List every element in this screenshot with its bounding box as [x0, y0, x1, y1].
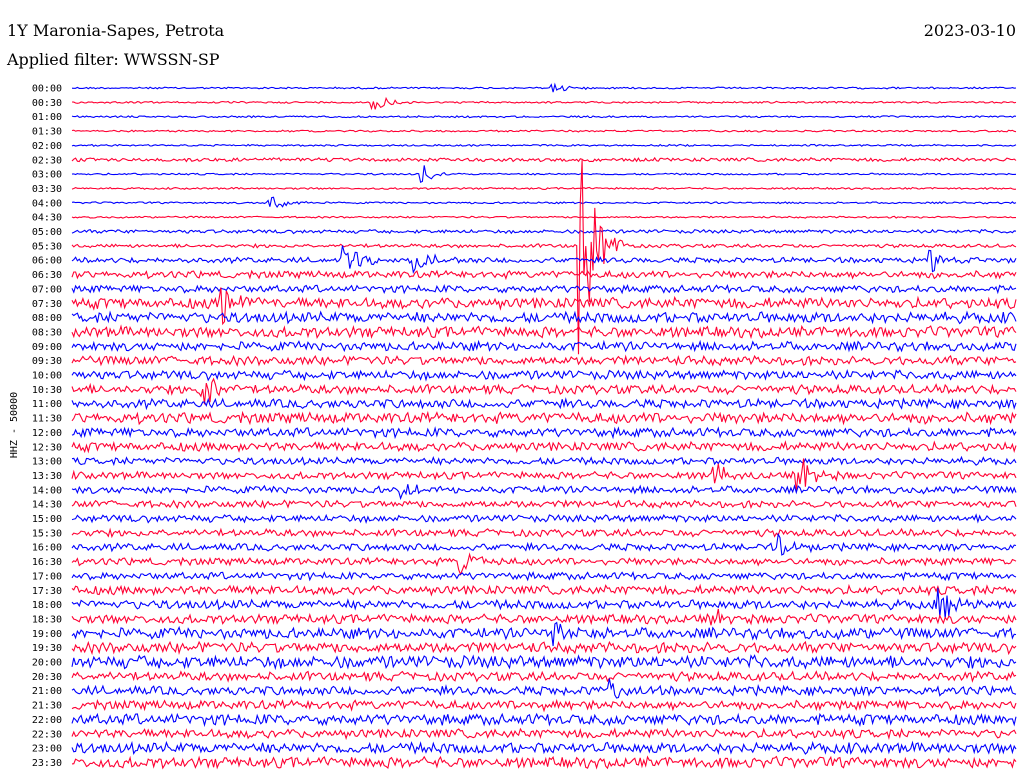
- time-tick-1730: 17:30: [32, 586, 62, 597]
- trace-1700: [71, 570, 1017, 582]
- trace-1530: [71, 527, 1017, 539]
- trace-0800: [71, 310, 1017, 325]
- time-tick-1100: 11:00: [32, 399, 62, 410]
- trace-1400: [71, 484, 1017, 501]
- time-tick-0030: 00:30: [32, 98, 62, 109]
- time-tick-0130: 01:30: [32, 127, 62, 138]
- trace-2030: [71, 670, 1017, 683]
- time-tick-1600: 16:00: [32, 543, 62, 554]
- trace-1100: [71, 397, 1017, 411]
- filter-label: Applied filter: WWSSN-SP: [6, 50, 220, 69]
- trace-0230: [71, 156, 1017, 163]
- trace-0330: [71, 186, 1017, 191]
- time-tick-0300: 03:00: [32, 170, 62, 181]
- trace-0400: [71, 196, 1017, 208]
- trace-2230: [71, 727, 1017, 741]
- time-tick-2130: 21:30: [32, 701, 62, 712]
- trace-1130: [71, 410, 1017, 426]
- trace-1630: [71, 552, 1017, 576]
- time-tick-0000: 00:00: [32, 84, 62, 95]
- seismic-traces: [71, 82, 1017, 770]
- time-tick-1430: 14:30: [32, 500, 62, 511]
- trace-2130: [71, 698, 1017, 713]
- trace-0000: [71, 82, 1017, 93]
- time-tick-0900: 09:00: [32, 342, 62, 353]
- time-tick-0830: 08:30: [32, 327, 62, 338]
- time-tick-1830: 18:30: [32, 614, 62, 625]
- trace-1200: [71, 426, 1017, 440]
- trace-0700: [71, 283, 1017, 295]
- time-tick-labels: 00:00 00:30 01:00 01:30 02:00 02:30 03:00 03:30…: [32, 84, 62, 769]
- date-label: 2023-03-10: [924, 21, 1016, 40]
- time-tick-0400: 04:00: [32, 198, 62, 209]
- time-tick-0500: 05:00: [32, 227, 62, 238]
- trace-1730: [71, 583, 1017, 597]
- time-tick-0430: 04:30: [32, 213, 62, 224]
- time-tick-0200: 02:00: [32, 141, 62, 152]
- trace-1030: [71, 377, 1017, 405]
- time-tick-1030: 10:30: [32, 385, 62, 396]
- time-tick-0530: 05:30: [32, 241, 62, 252]
- time-tick-0930: 09:30: [32, 356, 62, 367]
- trace-0500: [71, 228, 1017, 235]
- trace-1300: [71, 455, 1017, 467]
- time-tick-2230: 22:30: [32, 729, 62, 740]
- trace-2200: [71, 712, 1017, 728]
- trace-1230: [71, 440, 1017, 454]
- time-tick-1530: 15:30: [32, 528, 62, 539]
- trace-2330: [71, 755, 1017, 770]
- time-tick-0230: 02:30: [32, 155, 62, 166]
- time-tick-1000: 10:00: [32, 371, 62, 382]
- time-tick-1400: 14:00: [32, 485, 62, 496]
- time-tick-1330: 13:30: [32, 471, 62, 482]
- trace-0130: [71, 129, 1017, 133]
- trace-0430: [71, 215, 1016, 219]
- trace-0030: [71, 96, 1017, 111]
- trace-1930: [71, 640, 1017, 656]
- time-tick-2030: 20:30: [32, 672, 62, 683]
- time-tick-1500: 15:00: [32, 514, 62, 525]
- trace-2000: [71, 654, 1017, 671]
- trace-1500: [71, 513, 1017, 524]
- station-title: 1Y Maronia-Sapes, Petrota: [7, 21, 225, 40]
- y-axis-label: HHZ - 50000: [9, 392, 20, 458]
- time-tick-2200: 22:00: [32, 715, 62, 726]
- time-tick-1800: 18:00: [32, 600, 62, 611]
- time-tick-0100: 01:00: [32, 112, 62, 123]
- trace-0830: [71, 324, 1017, 340]
- time-tick-2330: 23:30: [32, 758, 62, 769]
- trace-2300: [71, 740, 1017, 756]
- trace-0600: [71, 245, 1017, 274]
- trace-1830: [71, 608, 1017, 626]
- time-tick-0730: 07:30: [32, 299, 62, 310]
- time-tick-0600: 06:00: [32, 256, 62, 267]
- trace-0200: [71, 143, 1017, 148]
- time-tick-1930: 19:30: [32, 643, 62, 654]
- trace-1600: [71, 532, 1017, 556]
- trace-2100: [71, 678, 1017, 699]
- trace-1430: [71, 499, 1017, 510]
- time-tick-1300: 13:00: [32, 457, 62, 468]
- trace-0900: [71, 339, 1017, 353]
- time-tick-0700: 07:00: [32, 284, 62, 295]
- time-tick-1700: 17:00: [32, 571, 62, 582]
- trace-0630: [71, 269, 1017, 281]
- time-tick-1900: 19:00: [32, 629, 62, 640]
- time-tick-1200: 12:00: [32, 428, 62, 439]
- time-tick-1630: 16:30: [32, 557, 62, 568]
- time-tick-0630: 06:30: [32, 270, 62, 281]
- trace-0100: [71, 115, 1017, 119]
- time-tick-2300: 23:00: [32, 744, 62, 755]
- time-tick-0800: 08:00: [32, 313, 62, 324]
- time-tick-1130: 11:30: [32, 414, 62, 425]
- trace-0930: [71, 354, 1017, 367]
- helicorder-chart: 1Y Maronia-Sapes, Petrota 2023-03-10 App…: [6, 21, 1017, 770]
- time-tick-0330: 03:30: [32, 184, 62, 195]
- time-tick-2000: 20:00: [32, 658, 62, 669]
- time-tick-2100: 21:00: [32, 686, 62, 697]
- trace-0300: [71, 165, 1017, 183]
- time-tick-1230: 12:30: [32, 442, 62, 453]
